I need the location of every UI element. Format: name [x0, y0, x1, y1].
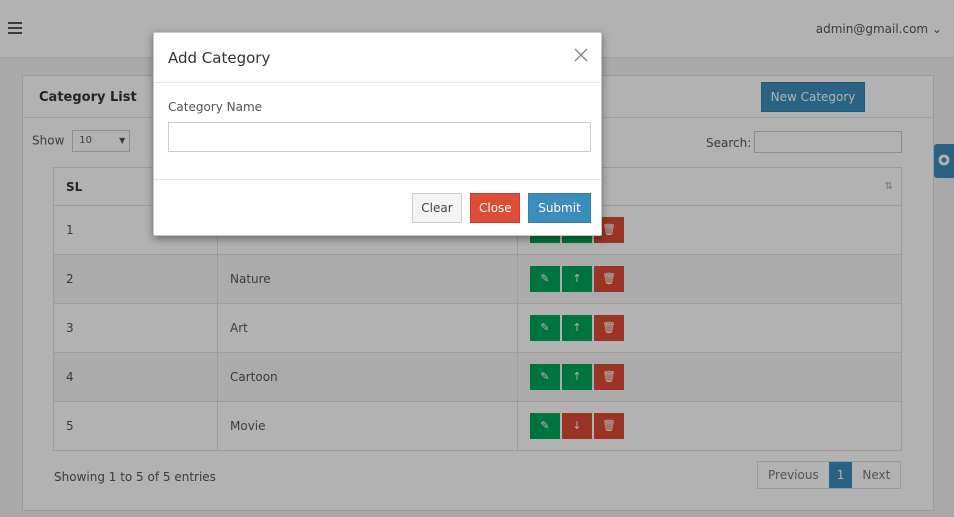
- add-category-modal: Add Category Category Name Clear Close S…: [153, 32, 602, 236]
- submit-button[interactable]: Submit: [528, 193, 591, 223]
- category-name-input[interactable]: [168, 122, 591, 152]
- modal-footer: Clear Close Submit: [154, 179, 601, 237]
- close-button[interactable]: Close: [470, 193, 520, 223]
- modal-title: Add Category: [168, 49, 271, 67]
- modal-header: Add Category: [154, 33, 601, 83]
- close-icon[interactable]: [573, 47, 589, 63]
- category-name-label: Category Name: [168, 100, 263, 114]
- clear-button[interactable]: Clear: [412, 193, 462, 223]
